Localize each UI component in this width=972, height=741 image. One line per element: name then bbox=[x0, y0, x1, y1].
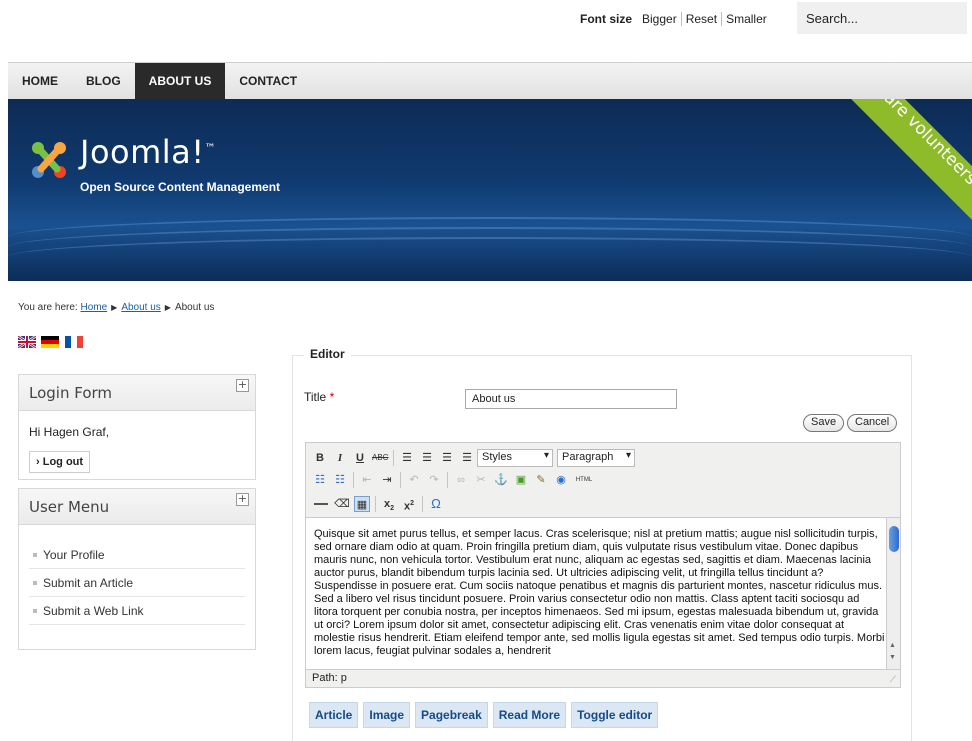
volunteers-ribbon: We are volunteers ! bbox=[829, 99, 972, 226]
outdent-icon[interactable]: ⇤ bbox=[359, 472, 375, 488]
german-flag-icon[interactable] bbox=[41, 336, 60, 348]
expand-plus-icon[interactable]: + bbox=[236, 379, 249, 392]
header-banner: Joomla!™ Open Source Content Management … bbox=[8, 99, 972, 281]
menu-item-submit-article[interactable]: Submit an Article bbox=[29, 569, 245, 597]
scroll-up-icon[interactable]: ▲ bbox=[889, 642, 896, 649]
superscript-icon[interactable]: x2 bbox=[401, 496, 417, 513]
menu-item-submit-weblink[interactable]: Submit a Web Link bbox=[29, 597, 245, 625]
indent-icon[interactable]: ⇥ bbox=[379, 472, 395, 488]
html-source-icon[interactable]: HTML bbox=[573, 472, 595, 488]
cancel-button[interactable]: Cancel bbox=[847, 414, 898, 432]
breadcrumb-arrow-icon: ▶ bbox=[111, 303, 118, 312]
underline-icon[interactable]: U bbox=[352, 450, 368, 466]
path-label: Path: p bbox=[312, 672, 347, 684]
remove-format-icon[interactable]: ⌫ bbox=[334, 496, 350, 512]
login-form-module: Login Form + Hi Hagen Graf, › Log out bbox=[18, 374, 256, 480]
horizontal-rule-icon[interactable] bbox=[314, 503, 328, 505]
nav-item-about-us[interactable]: ABOUT US bbox=[134, 63, 226, 99]
redo-icon[interactable]: ↷ bbox=[426, 472, 442, 488]
special-char-icon[interactable]: Ω bbox=[428, 496, 444, 512]
breadcrumb-home-link[interactable]: Home bbox=[80, 302, 107, 313]
font-size-switcher: Font size Bigger Reset Smaller bbox=[580, 12, 771, 26]
expand-plus-icon[interactable]: + bbox=[236, 493, 249, 506]
breadcrumb: You are here: Home ▶ About us ▶ About us bbox=[18, 302, 215, 313]
toolbar-separator bbox=[422, 496, 423, 512]
main-nav: HOME BLOG ABOUT US CONTACT bbox=[8, 62, 972, 99]
scrollbar-thumb[interactable] bbox=[889, 526, 899, 552]
visual-aid-icon[interactable]: ▦ bbox=[354, 496, 370, 512]
uk-flag-icon[interactable] bbox=[18, 336, 36, 348]
numbered-list-icon[interactable]: ☷ bbox=[332, 472, 348, 488]
editor-content-area[interactable]: Quisque sit amet purus tellus, et semper… bbox=[305, 518, 901, 670]
language-switcher bbox=[18, 336, 85, 348]
font-smaller-link[interactable]: Smaller bbox=[722, 12, 771, 26]
editor-toolbar: B I U ABC ☰ ☰ ☰ ☰ Styles Paragraph ☷ ☷ ⇤… bbox=[305, 442, 901, 518]
image-icon[interactable]: ▣ bbox=[513, 472, 529, 488]
login-form-title: Login Form bbox=[29, 384, 113, 402]
joomla-logo-icon bbox=[32, 142, 66, 178]
breadcrumb-current: About us bbox=[174, 302, 215, 313]
unlink-icon[interactable]: ✂ bbox=[473, 472, 489, 488]
toggle-editor-button[interactable]: Toggle editor bbox=[571, 702, 659, 728]
top-bar: Font size Bigger Reset Smaller Search... bbox=[0, 0, 972, 40]
user-menu-title: User Menu bbox=[29, 498, 110, 516]
subscript-icon[interactable]: x2 bbox=[381, 496, 397, 512]
italic-icon[interactable]: I bbox=[332, 450, 348, 466]
editor-extra-buttons: Article Image Pagebreak Read More Toggle… bbox=[309, 702, 663, 728]
align-right-icon[interactable]: ☰ bbox=[439, 450, 455, 466]
menu-item-your-profile[interactable]: Your Profile bbox=[29, 541, 245, 569]
anchor-icon[interactable]: ⚓ bbox=[493, 472, 509, 488]
align-center-icon[interactable]: ☰ bbox=[419, 450, 435, 466]
scroll-down-icon[interactable]: ▼ bbox=[889, 654, 896, 661]
bold-icon[interactable]: B bbox=[312, 450, 328, 466]
french-flag-icon[interactable] bbox=[64, 336, 83, 348]
nav-item-home[interactable]: HOME bbox=[8, 63, 72, 99]
image-button[interactable]: Image bbox=[363, 702, 411, 728]
toolbar-separator bbox=[375, 496, 376, 512]
login-form-header: Login Form + bbox=[19, 375, 255, 411]
editor-legend: Editor bbox=[304, 347, 351, 361]
bullet-list-icon[interactable]: ☷ bbox=[312, 472, 328, 488]
styles-select[interactable]: Styles bbox=[477, 449, 553, 467]
user-menu-module: User Menu + Your Profile Submit an Artic… bbox=[18, 488, 256, 650]
read-more-button[interactable]: Read More bbox=[492, 702, 567, 728]
help-icon[interactable]: ◉ bbox=[553, 472, 569, 488]
toolbar-separator bbox=[353, 472, 354, 488]
breadcrumb-about-link[interactable]: About us bbox=[121, 302, 160, 313]
font-bigger-link[interactable]: Bigger bbox=[638, 12, 682, 26]
align-left-icon[interactable]: ☰ bbox=[399, 450, 415, 466]
pagebreak-button[interactable]: Pagebreak bbox=[415, 702, 488, 728]
format-select[interactable]: Paragraph bbox=[557, 449, 635, 467]
save-button[interactable]: Save bbox=[803, 414, 845, 432]
brand-name: Joomla!™ bbox=[80, 133, 217, 171]
editor-path-bar: Path: p ⟋ bbox=[305, 670, 901, 688]
editor-content-text[interactable]: Quisque sit amet purus tellus, et semper… bbox=[314, 528, 886, 658]
nav-item-blog[interactable]: BLOG bbox=[72, 63, 135, 99]
resize-grip-icon[interactable]: ⟋ bbox=[890, 674, 896, 685]
toolbar-separator bbox=[400, 472, 401, 488]
tagline: Open Source Content Management bbox=[80, 180, 281, 194]
search-input[interactable]: Search... bbox=[797, 2, 967, 34]
strikethrough-icon[interactable]: ABC bbox=[372, 450, 388, 466]
undo-icon[interactable]: ↶ bbox=[406, 472, 422, 488]
user-menu-header: User Menu + bbox=[19, 489, 255, 525]
logout-button[interactable]: › Log out bbox=[29, 451, 91, 473]
toolbar-separator bbox=[447, 472, 448, 488]
font-size-label: Font size bbox=[580, 12, 633, 26]
article-button[interactable]: Article bbox=[309, 702, 359, 728]
editor-scrollbar[interactable]: ▲ ▼ bbox=[886, 518, 900, 669]
banner-wave bbox=[8, 237, 972, 277]
align-justify-icon[interactable]: ☰ bbox=[459, 450, 475, 466]
nav-item-contact[interactable]: CONTACT bbox=[225, 63, 311, 99]
font-reset-link[interactable]: Reset bbox=[681, 12, 723, 26]
link-icon[interactable]: ∞ bbox=[453, 472, 469, 488]
login-greeting: Hi Hagen Graf, bbox=[29, 425, 110, 439]
title-label: Title * bbox=[304, 390, 335, 404]
toolbar-separator bbox=[393, 450, 394, 466]
breadcrumb-arrow-icon: ▶ bbox=[164, 303, 171, 312]
cleanup-icon[interactable]: ✎ bbox=[533, 472, 549, 488]
title-input[interactable]: About us bbox=[465, 389, 677, 409]
